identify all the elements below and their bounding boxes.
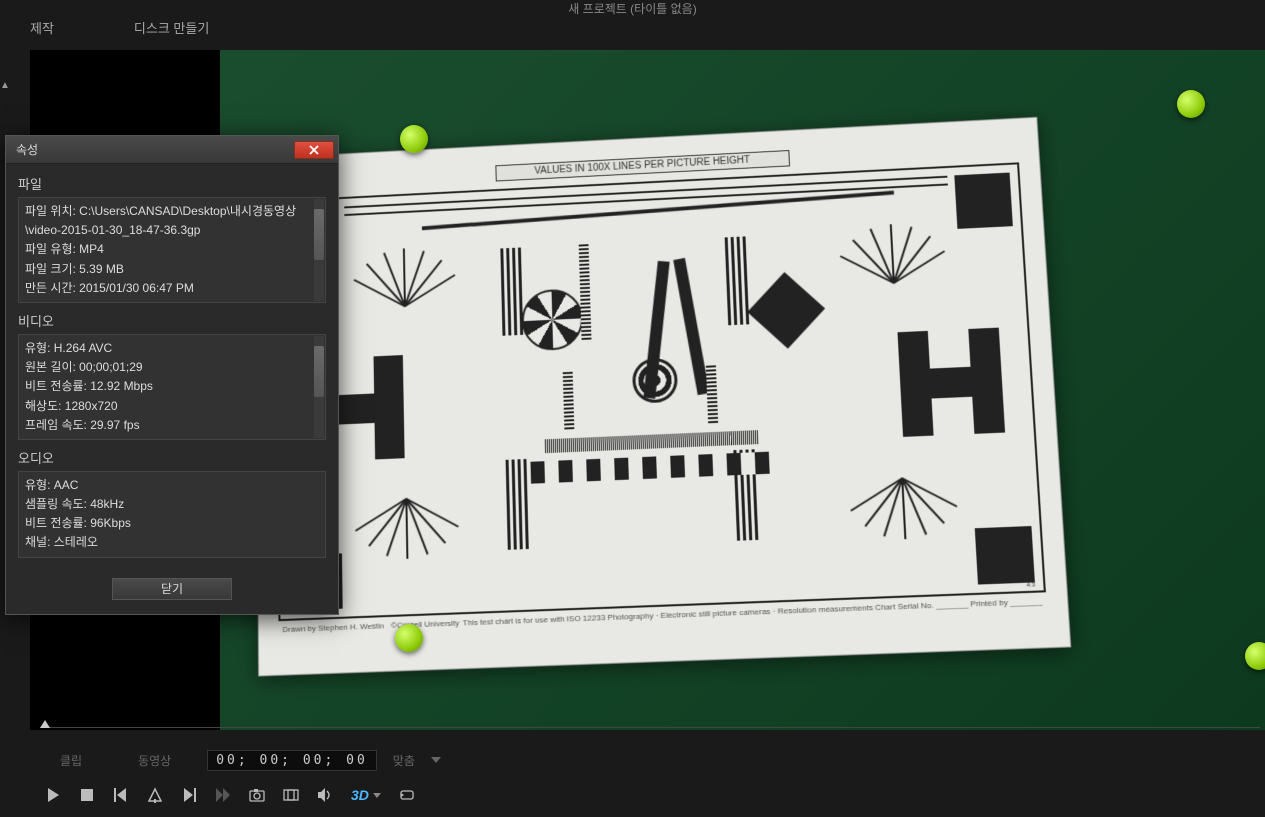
file-type: 파일 유형: MP4 (25, 240, 319, 259)
video-bitrate: 비트 전송률: 12.92 Mbps (25, 377, 319, 396)
sidebar-marker: ▲ (0, 80, 12, 91)
crop-icon[interactable] (283, 787, 299, 803)
fit-label[interactable]: 맞춤 (393, 752, 415, 769)
chart-body: 16:9 4:3 16:9 (275, 162, 1046, 621)
video-framerate: 프레임 속도: 29.97 fps (25, 416, 319, 435)
section-file-title: 파일 (18, 174, 326, 193)
dialog-titlebar[interactable]: 속성 (6, 136, 338, 164)
file-info-box: 파일 위치: C:\Users\CANSAD\Desktop\내시경동영상\vi… (18, 197, 326, 303)
play-icon[interactable] (45, 787, 61, 803)
video-label[interactable]: 동영상 (118, 750, 191, 771)
dialog-title: 속성 (16, 141, 38, 158)
close-button[interactable]: 닫기 (112, 578, 232, 600)
timeline-playhead[interactable] (40, 720, 50, 728)
preview-content[interactable]: VALUES IN 100X LINES PER PICTURE HEIGHT (220, 50, 1265, 730)
next-frame-icon[interactable] (181, 787, 197, 803)
camera-icon[interactable] (249, 787, 265, 803)
pushpin-icon (395, 624, 423, 652)
top-tabs: 제작 디스크 만들기 (30, 18, 209, 37)
fast-forward-icon[interactable] (215, 787, 231, 803)
3d-toggle[interactable]: 3D (351, 787, 381, 803)
scrollbar[interactable] (314, 199, 324, 301)
audio-codec: 유형: AAC (25, 476, 319, 495)
volume-icon[interactable] (317, 787, 333, 803)
section-audio-title: 오디오 (18, 448, 326, 467)
clip-label[interactable]: 클립 (40, 750, 102, 771)
pushpin-icon (400, 125, 428, 153)
timeline-track[interactable] (40, 727, 1260, 737)
test-chart: VALUES IN 100X LINES PER PICTURE HEIGHT (254, 117, 1071, 677)
tab-create-disc[interactable]: 디스크 만들기 (134, 18, 209, 37)
video-info-box: 유형: H.264 AVC 원본 길이: 00;00;01;29 비트 전송률:… (18, 334, 326, 440)
bottom-bar: 클립 동영상 00; 00; 00; 00 맞춤 (40, 748, 1260, 772)
audio-channels: 채널: 스테레오 (25, 533, 319, 552)
video-codec: 유형: H.264 AVC (25, 339, 319, 358)
dialog-body: 파일 파일 위치: C:\Users\CANSAD\Desktop\내시경동영상… (6, 164, 338, 614)
timecode-display[interactable]: 00; 00; 00; 00 (207, 750, 377, 771)
scrollbar[interactable] (314, 336, 324, 438)
close-icon (309, 145, 319, 155)
chevron-down-icon (373, 793, 381, 798)
loop-icon[interactable] (399, 787, 415, 803)
audio-samplerate: 샘플링 속도: 48kHz (25, 495, 319, 514)
audio-bitrate: 비트 전송률: 96Kbps (25, 514, 319, 533)
dialog-close-button[interactable] (294, 141, 334, 159)
properties-dialog: 속성 파일 파일 위치: C:\Users\CANSAD\Desktop\내시경… (5, 135, 339, 615)
video-duration: 원본 길이: 00;00;01;29 (25, 358, 319, 377)
tab-edit[interactable]: 제작 (30, 18, 54, 37)
video-resolution: 해상도: 1280x720 (25, 397, 319, 416)
pushpin-icon (1177, 90, 1205, 118)
player-controls: 3D (45, 787, 415, 803)
section-video-title: 비디오 (18, 311, 326, 330)
project-title: 새 프로젝트 (타이틀 없음) (0, 0, 1265, 17)
step-icon[interactable] (147, 787, 163, 803)
prev-frame-icon[interactable] (113, 787, 129, 803)
file-location: 파일 위치: C:\Users\CANSAD\Desktop\내시경동영상\vi… (25, 202, 319, 240)
stop-icon[interactable] (79, 787, 95, 803)
file-size: 파일 크기: 5.39 MB (25, 260, 319, 279)
audio-info-box: 유형: AAC 샘플링 속도: 48kHz 비트 전송률: 96Kbps 채널:… (18, 471, 326, 558)
pushpin-icon (1245, 642, 1265, 670)
file-created: 만든 시간: 2015/01/30 06:47 PM (25, 279, 319, 298)
fit-dropdown-icon[interactable] (431, 757, 441, 763)
